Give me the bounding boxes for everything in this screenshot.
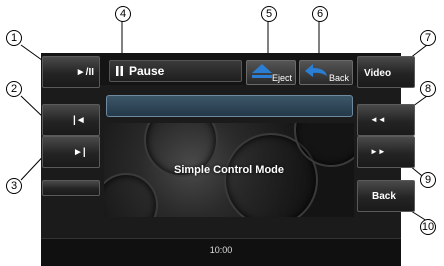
callout-3: 3 — [6, 178, 22, 194]
callout-1: 1 — [6, 30, 22, 46]
back-top-label: Back — [328, 73, 349, 83]
prev-track-label: |◄ — [73, 115, 86, 126]
eject-button[interactable]: Eject — [246, 60, 296, 85]
callout-6: 6 — [312, 6, 328, 22]
rewind-label: ◄◄ — [370, 115, 386, 124]
mode-label: Simple Control Mode — [174, 164, 284, 176]
fast-forward-label: ►► — [370, 147, 386, 156]
callout-8: 8 — [420, 81, 436, 97]
main-display-panel: Simple Control Mode — [104, 123, 354, 217]
video-button[interactable]: Video — [357, 56, 415, 88]
playback-status: Pause — [109, 60, 242, 82]
pause-icon — [116, 65, 124, 76]
callout-2: 2 — [6, 81, 22, 97]
back-top-button[interactable]: Back — [299, 60, 353, 85]
next-track-button[interactable]: ►| — [42, 136, 100, 168]
eject-icon — [251, 63, 273, 81]
next-track-label: ►| — [73, 147, 86, 158]
eject-label: Eject — [271, 73, 292, 83]
play-pause-label: ►/II — [75, 67, 94, 78]
back-label: Back — [372, 191, 396, 202]
callout-4: 4 — [115, 6, 131, 22]
speaker-graphic — [104, 173, 158, 217]
rewind-button[interactable]: ◄◄ — [357, 104, 415, 136]
callout-10: 10 — [420, 219, 436, 235]
fast-forward-button[interactable]: ►► — [357, 136, 415, 168]
callout-7: 7 — [420, 30, 436, 46]
prev-track-button[interactable]: |◄ — [42, 104, 100, 136]
play-pause-button[interactable]: ►/II — [42, 56, 100, 88]
progress-bar — [106, 95, 353, 117]
status-text: Pause — [129, 64, 165, 78]
clock: 10:00 — [209, 245, 233, 255]
back-button[interactable]: Back — [357, 180, 415, 212]
back-arrow-icon — [303, 62, 329, 82]
status-footer: 10:00 — [41, 238, 401, 266]
video-label: Video — [364, 68, 392, 79]
blank-left-button[interactable] — [42, 180, 100, 196]
callout-9: 9 — [420, 172, 436, 188]
callout-5: 5 — [261, 6, 277, 22]
